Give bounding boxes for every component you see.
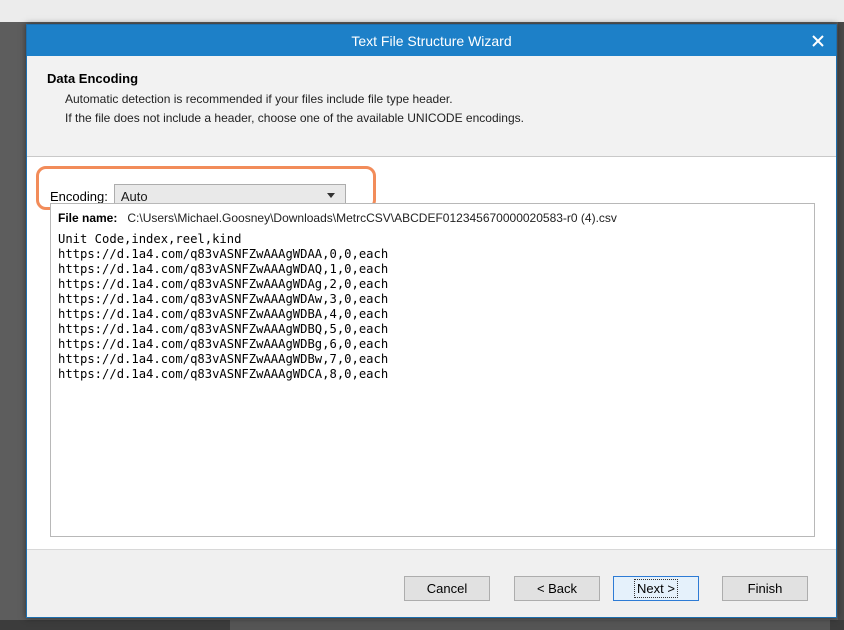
preview-line: https://d.1a4.com/q83vASNFZwAAAgWDAg,2,0…: [58, 277, 389, 291]
finish-button[interactable]: Finish: [722, 576, 808, 601]
next-button[interactable]: Next >: [613, 576, 699, 601]
file-name-row: File name: C:\Users\Michael.Goosney\Downl…: [58, 211, 617, 225]
preview-line: https://d.1a4.com/q83vASNFZwAAAgWDAw,3,0…: [58, 292, 389, 306]
header-panel: Data Encoding Automatic detection is rec…: [27, 56, 836, 157]
title-bar[interactable]: Text File Structure Wizard: [27, 25, 836, 56]
preview-line: https://d.1a4.com/q83vASNFZwAAAgWDAA,0,0…: [58, 247, 389, 261]
step-description-line-1: Automatic detection is recommended if yo…: [65, 92, 453, 106]
close-icon: [812, 34, 824, 47]
preview-line: https://d.1a4.com/q83vASNFZwAAAgWDAQ,1,0…: [58, 262, 389, 276]
preview-line: Unit Code,index,reel,kind: [58, 232, 242, 246]
file-preview[interactable]: File name: C:\Users\Michael.Goosney\Downl…: [50, 203, 815, 537]
preview-line: https://d.1a4.com/q83vASNFZwAAAgWDBw,7,0…: [58, 352, 389, 366]
file-path: C:\Users\Michael.Goosney\Downloads\Metrc…: [127, 211, 617, 225]
step-description-line-2: If the file does not include a header, c…: [65, 111, 524, 125]
window-title: Text File Structure Wizard: [351, 33, 512, 49]
background-app-right: [838, 22, 844, 630]
preview-line: https://d.1a4.com/q83vASNFZwAAAgWDBg,6,0…: [58, 337, 389, 351]
next-button-label: Next >: [634, 579, 678, 598]
preview-line: https://d.1a4.com/q83vASNFZwAAAgWDBA,4,0…: [58, 307, 389, 321]
close-button[interactable]: [800, 25, 836, 56]
file-content: Unit Code,index,reel,kind https://d.1a4.…: [58, 232, 388, 382]
encoding-label: Encoding:: [50, 188, 108, 204]
back-button[interactable]: < Back: [514, 576, 600, 601]
encoding-selected-value: Auto: [120, 188, 148, 204]
wizard-dialog: Text File Structure Wizard Data Encoding…: [26, 24, 837, 618]
preview-line: https://d.1a4.com/q83vASNFZwAAAgWDBQ,5,0…: [58, 322, 389, 336]
cancel-button[interactable]: Cancel: [404, 576, 490, 601]
background-app-top: [0, 0, 844, 22]
step-title: Data Encoding: [47, 71, 139, 86]
chevron-down-icon: [326, 193, 335, 198]
button-bar: Cancel < Back Next > Finish: [27, 549, 836, 617]
background-app-bottom-strip: [230, 620, 830, 630]
content-panel: Encoding: Auto File name: C:\Users\Michae…: [27, 157, 836, 549]
file-name-label: File name:: [58, 211, 118, 225]
preview-line: https://d.1a4.com/q83vASNFZwAAAgWDCA,8,0…: [58, 367, 389, 381]
